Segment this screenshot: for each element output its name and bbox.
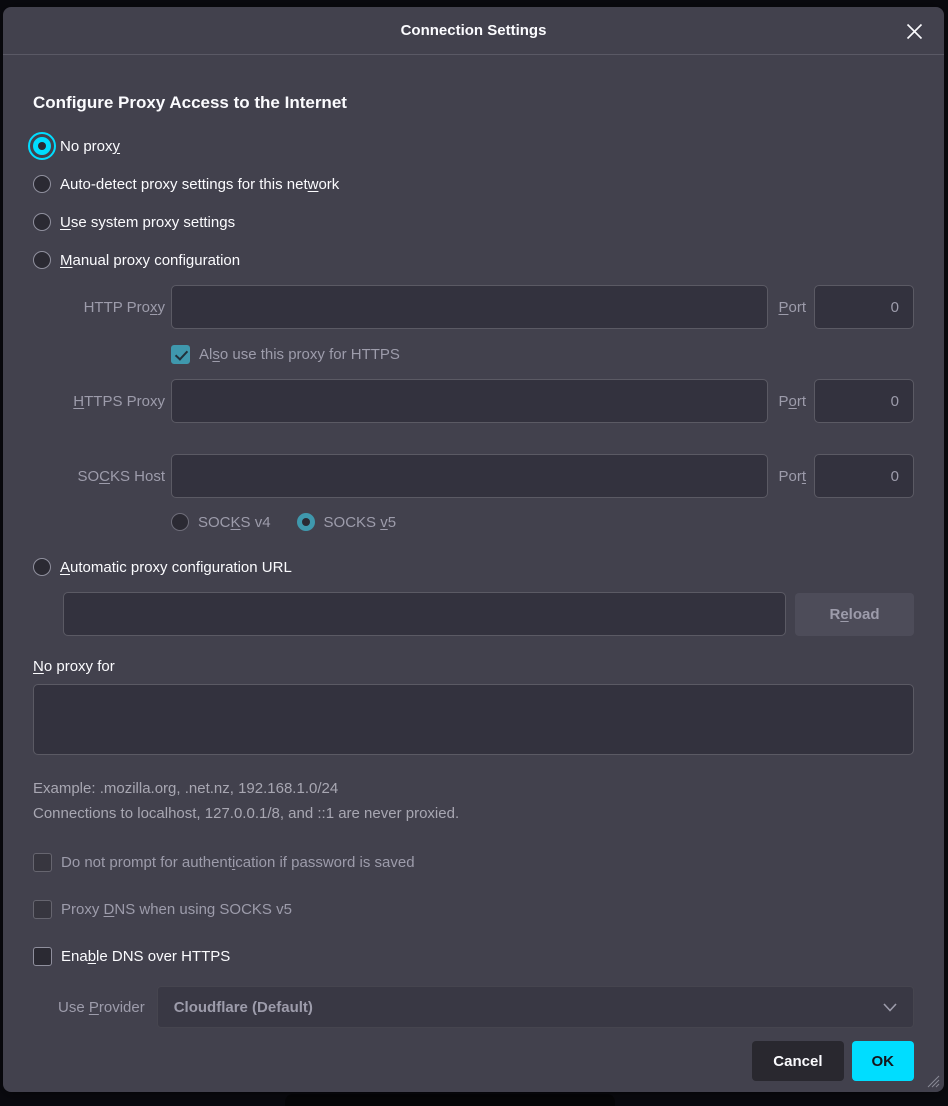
radio-label: Manual proxy configuration <box>60 252 240 269</box>
close-icon <box>906 23 923 40</box>
automatic-url-row: Reload <box>63 592 914 636</box>
never-proxied-note: Connections to localhost, 127.0.0.1/8, a… <box>33 805 914 822</box>
reload-button[interactable]: Reload <box>795 593 914 636</box>
socks-port-label: Port <box>778 468 806 485</box>
no-proxy-example-text: Example: .mozilla.org, .net.nz, 192.168.… <box>33 780 914 797</box>
checkbox-icon-proxy-dns <box>33 900 52 919</box>
page-title: Configure Proxy Access to the Internet <box>33 93 914 113</box>
radio-icon-manual-proxy <box>33 251 51 269</box>
no-proxy-for-textarea[interactable] <box>33 684 914 755</box>
checkbox-icon-no-auth-prompt <box>33 853 52 872</box>
background-page-element <box>285 1094 615 1106</box>
checkbox-enable-doh[interactable]: Enable DNS over HTTPS <box>33 946 914 966</box>
socks-port-input[interactable] <box>814 454 914 498</box>
radio-no-proxy[interactable]: No proxy <box>33 127 914 165</box>
checkbox-icon-enable-doh <box>33 947 52 966</box>
radio-auto-detect-proxy[interactable]: Auto-detect proxy settings for this netw… <box>33 165 914 203</box>
doh-provider-value: Cloudflare (Default) <box>174 999 883 1016</box>
http-proxy-row: HTTP Proxy Port <box>33 285 914 329</box>
https-proxy-row: HTTPS Proxy Port <box>33 379 914 423</box>
automatic-proxy-url-input[interactable] <box>63 592 786 636</box>
radio-icon-system-proxy <box>33 213 51 231</box>
radio-socks-v4[interactable]: SOCKS v4 <box>171 512 271 532</box>
http-proxy-input[interactable] <box>171 285 768 329</box>
radio-label: SOCKS v4 <box>198 514 271 531</box>
no-proxy-for-label: No proxy for <box>33 658 115 675</box>
radio-automatic-proxy-url[interactable]: Automatic proxy configuration URL <box>33 548 914 586</box>
https-port-input[interactable] <box>814 379 914 423</box>
radio-icon-auto-detect <box>33 175 51 193</box>
socks-host-row: SOCKS Host Port <box>33 454 914 498</box>
radio-icon-automatic-proxy <box>33 558 51 576</box>
radio-label: Use system proxy settings <box>60 214 235 231</box>
doh-provider-select[interactable]: Cloudflare (Default) <box>157 986 914 1028</box>
checkbox-label: Proxy DNS when using SOCKS v5 <box>61 901 292 918</box>
radio-icon-socks-v5 <box>297 513 315 531</box>
checkbox-label: Also use this proxy for HTTPS <box>199 346 400 363</box>
radio-socks-v5[interactable]: SOCKS v5 <box>297 512 397 532</box>
doh-provider-row: Use Provider Cloudflare (Default) <box>33 986 914 1028</box>
http-port-input[interactable] <box>814 285 914 329</box>
socks-host-input[interactable] <box>171 454 768 498</box>
radio-label: SOCKS v5 <box>324 514 397 531</box>
chevron-down-icon <box>883 1003 897 1012</box>
dialog-titlebar: Connection Settings <box>3 7 944 55</box>
checkbox-label: Do not prompt for authentication if pass… <box>61 854 415 871</box>
checkbox-no-auth-prompt[interactable]: Do not prompt for authentication if pass… <box>33 852 914 872</box>
ok-button[interactable]: OK <box>852 1041 915 1081</box>
radio-label: Auto-detect proxy settings for this netw… <box>60 176 339 193</box>
dialog-content: Configure Proxy Access to the Internet N… <box>3 55 944 1092</box>
radio-system-proxy[interactable]: Use system proxy settings <box>33 203 914 241</box>
cancel-button[interactable]: Cancel <box>752 1041 843 1081</box>
checkbox-icon-also-https <box>171 345 190 364</box>
checkbox-proxy-dns-socks5[interactable]: Proxy DNS when using SOCKS v5 <box>33 899 914 919</box>
radio-icon-socks-v4 <box>171 513 189 531</box>
radio-label: Automatic proxy configuration URL <box>60 559 292 576</box>
use-provider-label: Use Provider <box>58 999 145 1016</box>
http-port-label: Port <box>778 299 806 316</box>
dialog-title: Connection Settings <box>401 22 547 39</box>
http-proxy-label: HTTP Proxy <box>33 299 165 316</box>
https-proxy-label: HTTPS Proxy <box>33 393 165 410</box>
connection-settings-dialog: Connection Settings Configure Proxy Acce… <box>3 7 944 1092</box>
also-https-checkbox-row[interactable]: Also use this proxy for HTTPS <box>171 344 914 364</box>
close-button[interactable] <box>902 19 926 43</box>
socks-host-label: SOCKS Host <box>33 468 165 485</box>
checkbox-label: Enable DNS over HTTPS <box>61 948 230 965</box>
radio-manual-proxy[interactable]: Manual proxy configuration <box>33 241 914 279</box>
https-proxy-input[interactable] <box>171 379 768 423</box>
radio-label: No proxy <box>60 138 120 155</box>
dialog-footer: Cancel OK <box>33 1041 914 1081</box>
resize-grip-icon[interactable] <box>927 1075 940 1088</box>
no-proxy-for-label-row: No proxy for <box>33 658 914 676</box>
socks-version-group: SOCKS v4 SOCKS v5 <box>171 512 914 532</box>
radio-icon-no-proxy <box>33 137 51 155</box>
https-port-label: Port <box>778 393 806 410</box>
